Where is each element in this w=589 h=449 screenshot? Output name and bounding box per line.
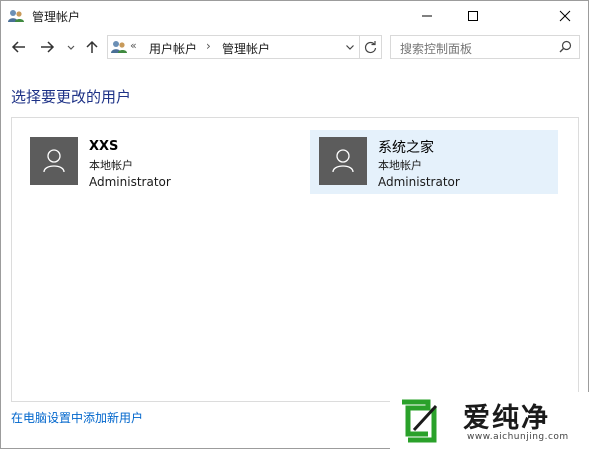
search-control-panel-input[interactable]: 搜索控制面板 <box>390 35 580 59</box>
navigation-bar: « 用户帐户 › 管理帐户 搜索控制面板 <box>1 31 588 63</box>
watermark-url: www.aichunjing.com <box>467 432 569 442</box>
breadcrumb-user-accounts[interactable]: 用户帐户 <box>149 40 197 57</box>
user-avatar-icon <box>43 149 65 173</box>
back-arrow-icon <box>11 41 25 53</box>
forward-button[interactable] <box>37 37 57 57</box>
close-icon <box>559 10 571 22</box>
user-tile-xxs[interactable]: XXS 本地帐户 Administrator <box>21 130 269 194</box>
title-bar: 管理帐户 <box>1 1 588 31</box>
user-name: 系统之家 <box>378 140 434 156</box>
maximize-icon <box>468 11 478 21</box>
avatar <box>319 137 367 185</box>
user-list-panel: XXS 本地帐户 Administrator 系统之家 本地帐户 Adminis… <box>11 117 579 402</box>
user-avatar-icon <box>332 149 354 173</box>
watermark-text: 爱纯净 <box>463 403 550 434</box>
account-role: Administrator <box>89 175 171 189</box>
search-icon[interactable] <box>559 40 572 53</box>
users-icon <box>111 39 127 53</box>
minimize-icon <box>422 15 432 17</box>
account-role: Administrator <box>378 175 460 189</box>
breadcrumb-manage-accounts[interactable]: 管理帐户 <box>222 40 270 57</box>
window-title: 管理帐户 <box>32 10 81 24</box>
account-type: 本地帐户 <box>89 159 133 172</box>
add-new-user-link[interactable]: 在电脑设置中添加新用户 <box>11 409 143 426</box>
recent-chevron-icon <box>67 45 75 50</box>
account-type: 本地帐户 <box>378 159 422 172</box>
watermark: 爱纯净 www.aichunjing.com <box>390 392 589 449</box>
dropdown-chevron-icon <box>346 45 354 50</box>
avatar <box>30 137 78 185</box>
search-placeholder: 搜索控制面板 <box>400 42 473 56</box>
back-button[interactable] <box>9 37 29 57</box>
address-dropdown-button[interactable] <box>341 36 359 58</box>
user-tile-xitongzhijia[interactable]: 系统之家 本地帐户 Administrator <box>310 130 558 194</box>
maximize-button[interactable] <box>450 1 496 31</box>
users-icon <box>8 8 24 22</box>
manage-accounts-window: 管理帐户 « 用户帐户 › 管理帐户 搜索控制面板 选择要更改的用户 XXS 本… <box>0 0 589 449</box>
aichunjing-logo <box>402 399 438 443</box>
forward-arrow-icon <box>41 41 55 53</box>
refresh-button[interactable] <box>359 36 381 58</box>
page-heading: 选择要更改的用户 <box>11 88 132 106</box>
refresh-icon <box>364 41 377 54</box>
recent-locations-button[interactable] <box>64 37 84 57</box>
up-arrow-icon <box>86 40 98 53</box>
up-button[interactable] <box>83 37 103 57</box>
user-name: XXS <box>89 139 119 154</box>
address-overflow-chevron[interactable]: « <box>130 39 137 52</box>
minimize-button[interactable] <box>404 1 450 31</box>
close-button[interactable] <box>542 1 588 31</box>
address-bar[interactable]: « 用户帐户 › 管理帐户 <box>107 35 382 59</box>
breadcrumb-separator[interactable]: › <box>206 39 211 53</box>
